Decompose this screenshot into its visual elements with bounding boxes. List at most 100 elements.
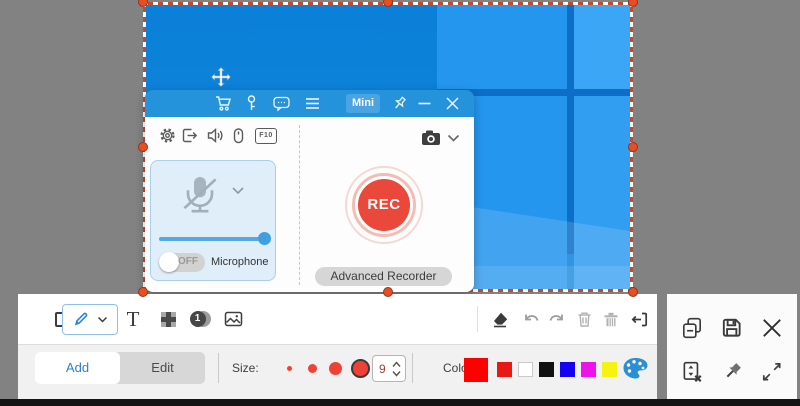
webcam-icon[interactable] [420,128,442,147]
color-swatch-black[interactable] [539,362,554,377]
expand-icon [760,360,784,384]
scroll-capture-cancel-button[interactable] [680,360,704,384]
step-badge-icon: 1 [190,311,211,327]
color-swatch-white[interactable] [518,362,533,377]
capture-actions-panel [667,294,797,399]
logout-icon[interactable] [180,126,199,145]
webcam-dropdown-icon[interactable] [447,134,460,143]
mouse-icon[interactable] [229,126,248,145]
resize-handle-bottom-center[interactable] [383,287,393,297]
color-swatch-red[interactable] [497,362,512,377]
tab-add[interactable]: Add [35,352,120,384]
recorder-window: Mini [145,90,474,292]
panel-divider [299,125,300,285]
selected-color-swatch[interactable] [464,358,488,382]
spinner-down-icon[interactable] [392,370,401,377]
eraser-button[interactable] [488,307,512,331]
microphone-toggle[interactable]: OFF [159,253,205,272]
microphone-muted-icon[interactable] [176,171,224,219]
image-tool-button[interactable] [221,307,245,331]
resize-handle-bottom-right[interactable] [628,287,638,297]
screen-recorder-app: Mini [0,0,800,406]
save-icon [720,316,744,340]
toolbar-divider [477,306,478,332]
microphone-dropdown-icon[interactable] [231,186,245,196]
exit-icon [630,311,649,328]
eraser-icon [491,311,509,328]
step-number-tool-button[interactable]: 1 [188,307,212,331]
scroll-cancel-icon [680,360,704,384]
key-icon[interactable] [242,94,261,113]
pencil-tool-button[interactable] [62,304,118,335]
undo-button[interactable] [518,307,542,331]
resize-handle-bottom-left[interactable] [138,287,148,297]
size-spinner[interactable]: 9 [372,355,406,382]
region-hotkey-icon[interactable]: F10 [255,126,279,145]
cancel-capture-button[interactable] [760,316,784,340]
delete-button[interactable] [572,307,596,331]
pin-to-screen-button[interactable] [720,360,744,384]
copy-button[interactable] [680,316,704,340]
size-dot-small[interactable] [287,366,292,371]
move-cursor-icon[interactable] [209,66,233,90]
redo-button[interactable] [545,307,569,331]
palette-icon [622,357,649,380]
microphone-card: OFF Microphone [150,160,276,281]
text-tool-button[interactable]: T [121,307,145,331]
size-dot-medium[interactable] [308,364,317,373]
fullscreen-button[interactable] [760,360,784,384]
mini-mode-button[interactable]: Mini [346,94,380,113]
recorder-titlebar[interactable]: Mini [145,90,474,117]
annotation-toolbar: T 1 [18,294,657,399]
wallpaper-window-line [567,2,574,254]
cart-icon[interactable] [214,94,233,113]
pencil-icon [72,311,89,328]
gear-icon[interactable] [158,126,177,145]
advanced-recorder-button[interactable]: Advanced Recorder [315,267,452,286]
color-swatch-yellow[interactable] [602,362,617,377]
chat-icon[interactable] [272,94,291,113]
toolbar-options-row: Add Edit Size: 9 Color: [18,344,657,399]
clear-all-button[interactable] [599,307,623,331]
color-palette-button[interactable] [622,357,649,380]
save-button[interactable] [720,316,744,340]
wallpaper-pane [574,2,633,89]
slider-knob[interactable] [258,232,271,245]
exit-annotation-button[interactable] [627,307,651,331]
pin-icon[interactable] [390,94,409,113]
step-badge-number: 1 [190,311,206,327]
menu-icon[interactable] [303,94,322,113]
speaker-icon[interactable] [206,126,225,145]
size-value: 9 [379,362,386,376]
minimize-icon[interactable] [415,94,434,113]
resize-handle-mid-right[interactable] [628,142,638,152]
size-dot-selected[interactable] [351,359,370,378]
color-swatch-blue[interactable] [560,362,575,377]
pixelate-icon [161,312,176,327]
microphone-volume-slider[interactable] [159,237,269,241]
pixelate-tool-button[interactable] [156,307,180,331]
text-tool-label: T [127,307,140,331]
clear-all-icon [602,310,620,328]
size-label: Size: [232,361,259,375]
toggle-knob [159,252,179,272]
trash-icon [576,310,593,328]
color-swatch-magenta[interactable] [581,362,596,377]
close-icon [760,316,784,340]
resize-handle-mid-left[interactable] [138,142,148,152]
close-icon[interactable] [443,94,462,113]
pin-to-screen-icon [720,360,744,384]
region-hotkey-label: F10 [255,128,277,144]
copy-icon [680,316,704,340]
bottom-strip [0,399,800,406]
add-edit-segmented: Add Edit [35,352,205,384]
size-dot-large[interactable] [329,362,342,375]
redo-icon [548,311,567,327]
image-icon [224,311,243,327]
recorder-body: F10 [145,117,474,292]
resize-handle-top-right[interactable] [628,0,638,7]
tab-edit[interactable]: Edit [120,352,205,384]
spinner-up-icon[interactable] [392,361,401,368]
toggle-label: OFF [178,256,198,267]
rec-button[interactable]: REC [358,179,410,231]
